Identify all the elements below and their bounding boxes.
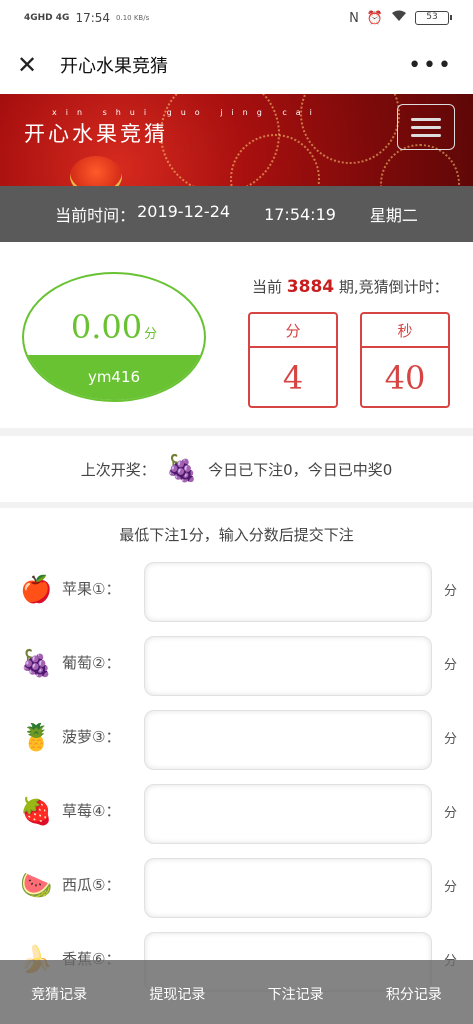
wifi-icon (391, 10, 407, 26)
nav-withdraw-records[interactable]: 提现记录 (149, 984, 205, 1004)
hamburger-menu-icon[interactable] (397, 104, 455, 150)
score-timer-section: 0.00 分 ym416 当前 3884 期,竞猜倒计时： 分 4 秒 40 (0, 242, 473, 428)
banner: xin shui guo jing cai 开心水果竞猜 (0, 94, 473, 186)
bet-row-apple: 🍎 苹果①： 分 (0, 562, 473, 624)
bottom-nav: 竞猜记录 提现记录 下注记录 积分记录 (0, 960, 473, 1024)
username: ym416 (87, 368, 141, 386)
grape-icon: 🍇 (165, 454, 199, 484)
current-date-value: 2019-12-24 (137, 202, 231, 221)
today-bet-text: 今日已下注0， (208, 460, 308, 479)
bet-row-grape: 🍇 葡萄②： 分 (0, 636, 473, 698)
firework-decoration (380, 144, 460, 186)
firework-decoration (300, 94, 400, 164)
bet-row-strawberry: 🍓 草莓④： 分 (0, 784, 473, 846)
battery-icon: 53 (415, 11, 452, 25)
strawberry-icon: 🍓 (20, 797, 53, 827)
status-left: 4GHD 4G 17:54 0.10 KB/s (24, 11, 149, 25)
bet-input-pineapple[interactable] (144, 710, 432, 770)
current-time-value: 17:54:19 (264, 204, 336, 224)
score-value: 0.00 (70, 308, 143, 346)
score-display: 0.00 分 ym416 (22, 272, 206, 402)
alarm-icon: ⏰ (366, 10, 383, 26)
minutes-value: 4 (282, 359, 304, 397)
bet-row-watermelon: 🍉 西瓜⑤： 分 (0, 858, 473, 920)
bet-unit: 分 (444, 658, 458, 673)
current-weekday: 星期二 (369, 206, 418, 225)
bet-row-pineapple: 🍍 菠萝③： 分 (0, 710, 473, 772)
bet-area: 最低下注1分，输入分数后提交下注 🍎 苹果①： 分 🍇 葡萄②： 分 🍍 菠萝③… (0, 508, 473, 1024)
score-unit: 分 (144, 327, 158, 342)
bet-unit: 分 (444, 584, 458, 599)
banner-pinyin: xin shui guo jing cai (52, 108, 321, 117)
nfc-icon: N (349, 10, 359, 26)
current-time-label: 当前时间： (55, 206, 136, 225)
last-winner-label: 上次开奖： (80, 460, 156, 479)
bet-unit: 分 (444, 880, 458, 895)
bet-label: 苹果①： (62, 580, 121, 598)
clock: 17:54 (75, 11, 111, 25)
nav-guess-records[interactable]: 竞猜记录 (31, 984, 87, 1004)
grape-icon: 🍇 (20, 649, 53, 679)
bet-input-watermelon[interactable] (144, 858, 432, 918)
status-right: N ⏰ 53 (349, 10, 452, 26)
apple-icon: 🍎 (20, 575, 53, 605)
current-time-bar: 当前时间： 2019-12-24 17:54:19 星期二 (0, 186, 473, 242)
bet-unit: 分 (444, 732, 458, 747)
countdown-seconds: 秒 40 (360, 312, 450, 408)
nav-bet-records[interactable]: 下注记录 (268, 984, 324, 1004)
pineapple-icon: 🍍 (20, 723, 53, 753)
more-icon[interactable]: ••• (408, 53, 459, 78)
bet-label: 西瓜⑤： (62, 876, 121, 894)
page-title: 开心水果竞猜 (60, 56, 168, 77)
bet-unit: 分 (444, 806, 458, 821)
last-winner-bar: 上次开奖： 🍇 今日已下注0， 今日已中奖0 (0, 436, 473, 502)
status-bar: 4GHD 4G 17:54 0.10 KB/s N ⏰ 53 (0, 0, 473, 36)
close-icon[interactable]: ✕ (14, 52, 40, 78)
seconds-label: 秒 (362, 314, 448, 348)
countdown-minutes: 分 4 (248, 312, 338, 408)
period-number: 3884 (286, 277, 335, 297)
bet-input-strawberry[interactable] (144, 784, 432, 844)
period-prefix: 当前 (252, 278, 283, 296)
bet-input-apple[interactable] (144, 562, 432, 622)
minutes-label: 分 (250, 314, 336, 348)
watermelon-icon: 🍉 (20, 871, 53, 901)
bet-input-grape[interactable] (144, 636, 432, 696)
banner-title: 开心水果竞猜 (24, 122, 168, 146)
network-speed: 0.10 KB/s (116, 13, 150, 22)
bet-label: 草莓④： (62, 802, 121, 820)
score-value-line: 0.00 分 (24, 308, 204, 346)
period-suffix: 期,竞猜倒计时： (338, 278, 449, 296)
today-win-text: 今日已中奖0 (307, 460, 393, 479)
current-date: 当前时间： 2019-12-24 (55, 202, 230, 226)
bet-hint: 最低下注1分，输入分数后提交下注 (119, 526, 354, 544)
app-header: ✕ 开心水果竞猜 ••• (0, 36, 473, 94)
lantern-icon (70, 156, 122, 186)
period-line: 当前 3884 期,竞猜倒计时： (252, 276, 449, 297)
bet-label: 葡萄②： (62, 654, 121, 672)
nav-points-records[interactable]: 积分记录 (386, 984, 442, 1004)
bet-label: 菠萝③： (62, 728, 121, 746)
network-indicator: 4GHD 4G (24, 12, 70, 23)
seconds-value: 40 (384, 359, 426, 397)
